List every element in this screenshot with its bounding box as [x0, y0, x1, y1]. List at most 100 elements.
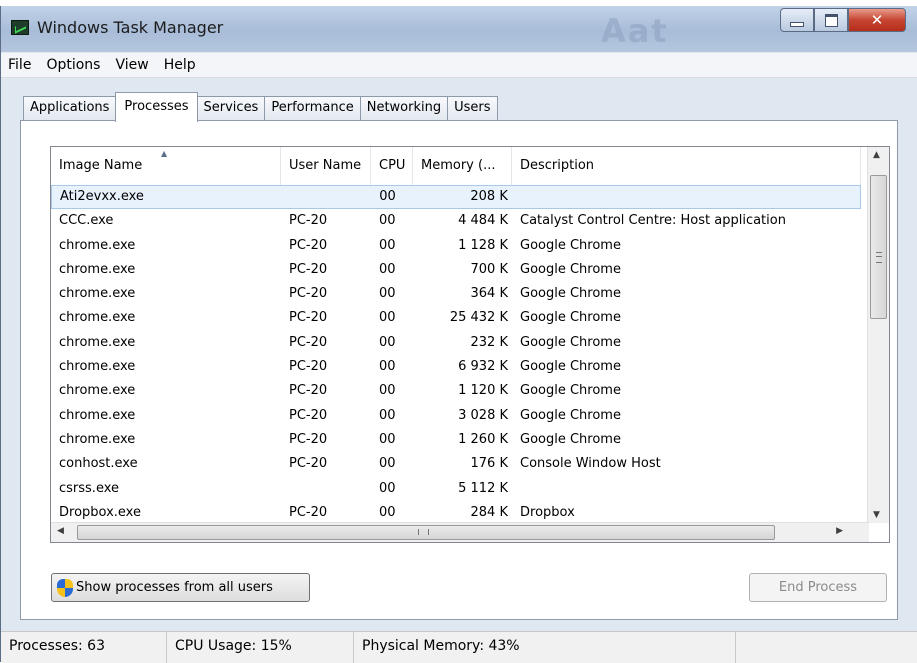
column-memory[interactable]: Memory (... [413, 147, 512, 185]
cell-cpu: 00 [379, 237, 396, 253]
list-header: ▲ Image Name User Name CPU Memory (... D… [51, 147, 861, 185]
task-manager-icon [11, 20, 29, 35]
menu-view[interactable]: View [108, 53, 156, 77]
cell-user-name: PC-20 [289, 286, 328, 302]
column-label: Image Name [59, 158, 143, 173]
tab-performance[interactable]: Performance [264, 96, 361, 120]
close-icon: ✕ [870, 11, 884, 29]
table-row[interactable]: Ati2evxx.exe 00 208 K [51, 185, 861, 210]
cell-memory: 232 K [470, 334, 508, 350]
status-physical-memory: Physical Memory: 43% [354, 632, 736, 663]
cell-image-name: chrome.exe [59, 383, 136, 399]
cell-description: Google Chrome [520, 261, 621, 277]
status-processes: Processes: 63 [1, 632, 167, 663]
cell-memory: 1 260 K [458, 431, 508, 447]
cell-user-name: PC-20 [289, 213, 328, 229]
close-button[interactable]: ✕ [848, 8, 906, 32]
show-all-users-label: Show processes from all users [76, 580, 273, 595]
cell-memory: 25 432 K [449, 310, 508, 326]
column-cpu[interactable]: CPU [371, 147, 413, 185]
menu-file[interactable]: File [1, 53, 39, 77]
tab-processes[interactable]: Processes [115, 92, 198, 122]
vertical-scroll-thumb[interactable] [870, 175, 887, 319]
cell-image-name: chrome.exe [59, 286, 136, 302]
cell-image-name: chrome.exe [59, 407, 136, 423]
menu-bar: File Options View Help [1, 53, 917, 78]
horizontal-scrollbar[interactable]: ◀ ▶ [51, 522, 869, 542]
cell-cpu: 00 [379, 286, 396, 302]
window-title: Windows Task Manager [37, 18, 224, 37]
column-user-name[interactable]: User Name [281, 147, 371, 185]
sort-ascending-icon: ▲ [161, 149, 168, 158]
title-bar[interactable]: Windows Task Manager Aat ✕ [1, 6, 917, 52]
cell-user-name: PC-20 [289, 261, 328, 277]
maximize-icon [824, 13, 838, 27]
table-row[interactable]: chrome.exe PC-20 00 6 932 K Google Chrome [51, 355, 861, 379]
cell-memory: 6 932 K [458, 359, 508, 375]
vertical-scrollbar[interactable]: ▲ ▼ [867, 147, 889, 523]
cell-cpu: 00 [379, 359, 396, 375]
maximize-button[interactable] [814, 8, 848, 32]
table-row[interactable]: chrome.exe PC-20 00 364 K Google Chrome [51, 282, 861, 306]
cell-image-name: chrome.exe [59, 237, 136, 253]
status-bar: Processes: 63 CPU Usage: 15% Physical Me… [1, 631, 917, 663]
scroll-right-arrow-icon[interactable]: ▶ [836, 526, 843, 536]
cell-cpu: 00 [379, 189, 396, 204]
scroll-down-arrow-icon[interactable]: ▼ [873, 510, 880, 520]
scroll-left-arrow-icon[interactable]: ◀ [57, 526, 64, 536]
minimize-button[interactable] [780, 8, 814, 32]
cell-image-name: conhost.exe [59, 456, 138, 472]
table-row[interactable]: chrome.exe PC-20 00 1 128 K Google Chrome [51, 234, 861, 258]
table-row[interactable]: chrome.exe PC-20 00 700 K Google Chrome [51, 258, 861, 282]
cell-image-name: CCC.exe [59, 213, 114, 229]
cell-image-name: chrome.exe [59, 359, 136, 375]
cell-image-name: Ati2evxx.exe [60, 189, 144, 204]
cell-image-name: chrome.exe [59, 431, 136, 447]
tab-networking[interactable]: Networking [359, 96, 449, 120]
cell-cpu: 00 [379, 261, 396, 277]
minimize-icon [790, 21, 804, 27]
grip-icon [418, 529, 429, 535]
cell-user-name: PC-20 [289, 383, 328, 399]
cell-image-name: chrome.exe [59, 310, 136, 326]
scroll-up-arrow-icon[interactable]: ▲ [873, 150, 880, 160]
cell-cpu: 00 [379, 334, 396, 350]
tab-strip: Applications Processes Services Performa… [23, 92, 498, 122]
horizontal-scroll-thumb[interactable] [77, 525, 775, 540]
cell-description [512, 477, 861, 501]
cell-memory: 364 K [470, 286, 508, 302]
cell-description: Google Chrome [520, 286, 621, 302]
cell-user-name: PC-20 [289, 359, 328, 375]
tab-applications[interactable]: Applications [23, 96, 117, 120]
cell-memory: 176 K [470, 456, 508, 472]
cell-memory: 5 112 K [458, 480, 508, 496]
processes-panel: ▲ Image Name User Name CPU Memory (... D… [20, 120, 898, 620]
table-row[interactable]: csrss.exe 00 5 112 K [51, 477, 861, 501]
cell-description: Google Chrome [520, 407, 621, 423]
table-row[interactable]: chrome.exe PC-20 00 3 028 K Google Chrome [51, 404, 861, 428]
process-list[interactable]: ▲ Image Name User Name CPU Memory (... D… [50, 146, 890, 543]
end-process-button[interactable]: End Process [749, 573, 887, 602]
column-image-name[interactable]: ▲ Image Name [51, 147, 281, 185]
cell-description: Console Window Host [520, 456, 661, 472]
cell-user-name: PC-20 [289, 456, 328, 472]
table-row[interactable]: chrome.exe PC-20 00 1 260 K Google Chrome [51, 428, 861, 452]
table-row[interactable]: conhost.exe PC-20 00 176 K Console Window Ho… [51, 452, 861, 476]
table-row[interactable]: chrome.exe PC-20 00 232 K Google Chrome [51, 331, 861, 355]
table-row[interactable]: CCC.exe PC-20 00 4 484 K Catalyst Control Ce… [51, 209, 861, 233]
cell-user-name: PC-20 [289, 407, 328, 423]
menu-help[interactable]: Help [157, 53, 204, 77]
show-all-users-button[interactable]: Show processes from all users [51, 573, 310, 602]
menu-options[interactable]: Options [39, 53, 108, 77]
cell-user-name [281, 186, 371, 208]
table-row[interactable]: chrome.exe PC-20 00 1 120 K Google Chrome [51, 379, 861, 403]
tab-services[interactable]: Services [196, 96, 266, 120]
grip-icon [876, 252, 882, 263]
background-ghost-text: Aat [601, 12, 669, 50]
table-row[interactable]: chrome.exe PC-20 00 25 432 K Google Chrome [51, 306, 861, 330]
tab-users[interactable]: Users [447, 96, 498, 120]
status-empty-cell [736, 632, 906, 663]
cell-memory: 208 K [470, 189, 508, 204]
cell-memory: 700 K [470, 261, 508, 277]
column-description[interactable]: Description [512, 147, 861, 185]
